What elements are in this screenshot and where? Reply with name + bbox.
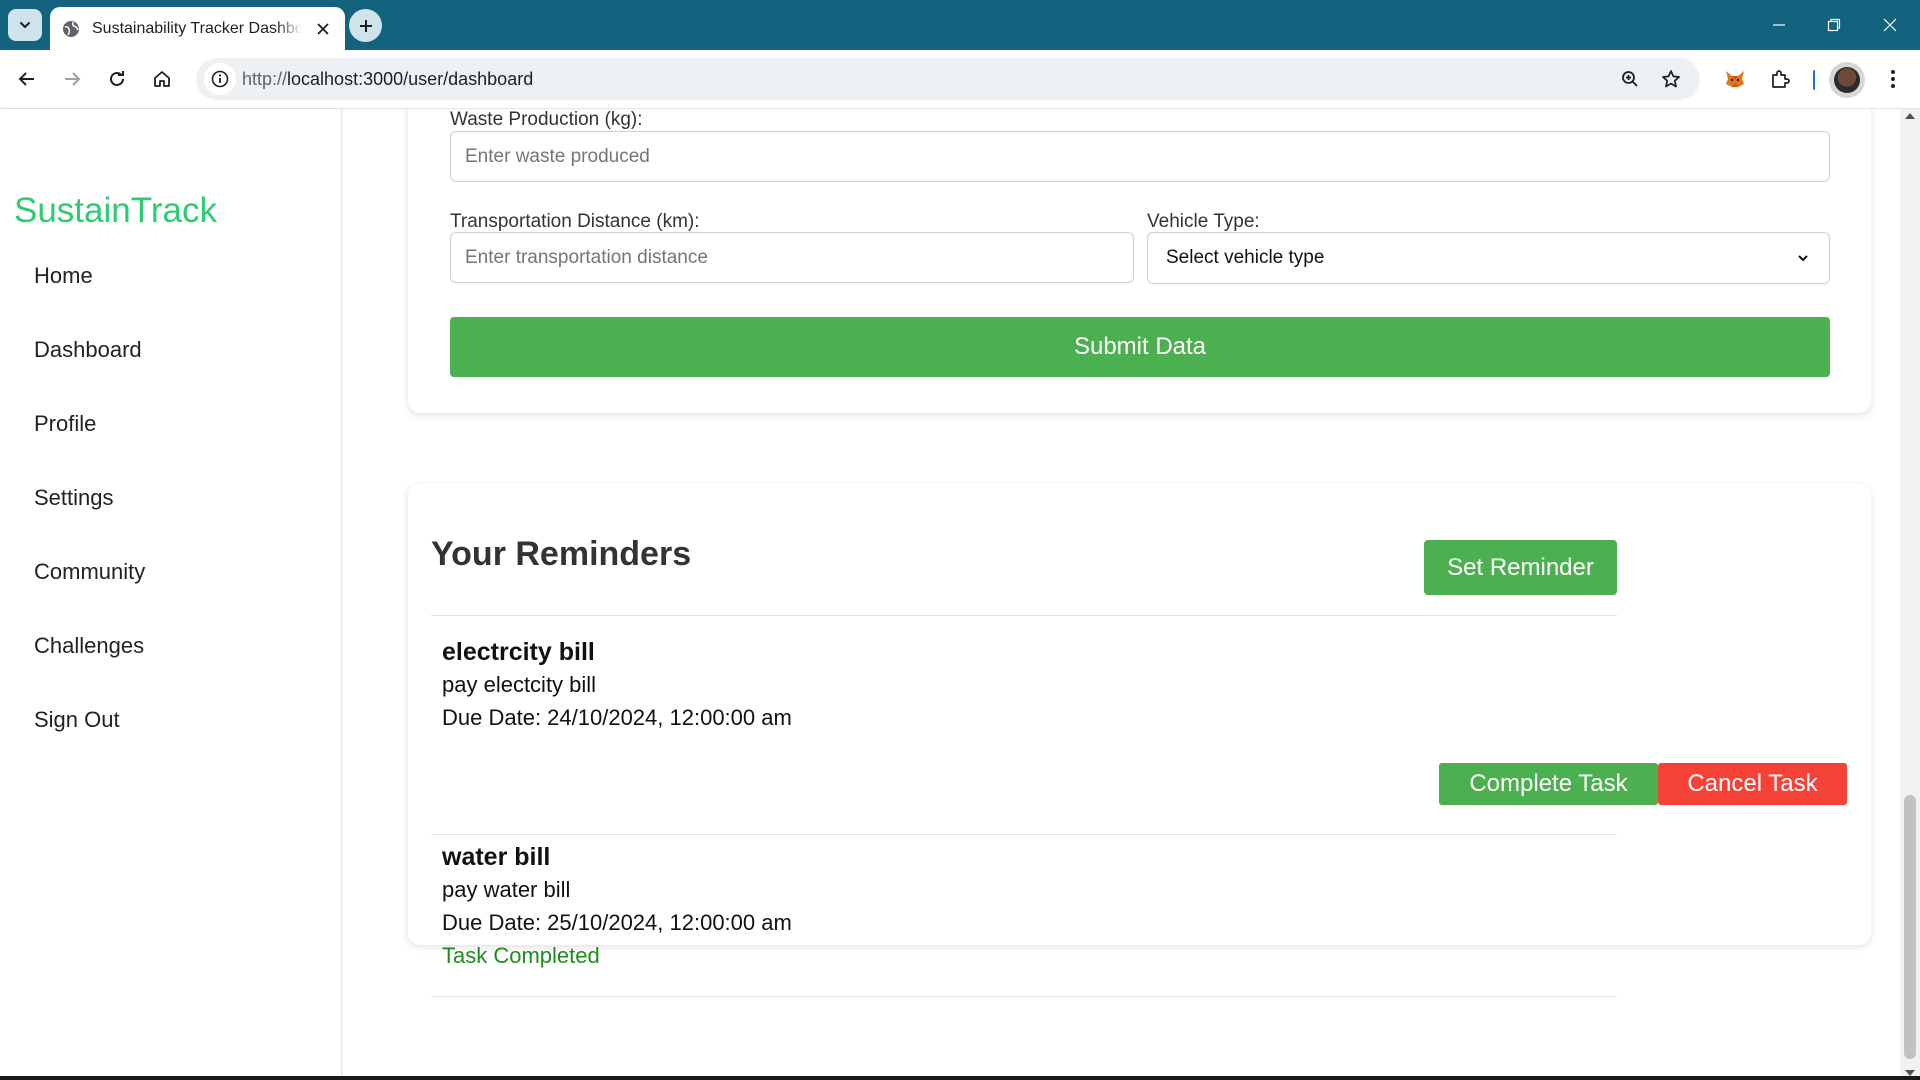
vehicle-type-label: Vehicle Type: [1147,211,1260,232]
minimize-button[interactable] [1751,0,1806,50]
reminder-title: water bill [442,843,551,871]
zoom-icon[interactable] [1614,63,1646,95]
data-entry-form: Waste Production (kg): Transportation Di… [408,109,1871,413]
page-scrollbar[interactable] [1900,109,1920,1080]
restore-icon [1827,18,1840,32]
scroll-up-arrow-icon[interactable] [1905,113,1915,119]
sidebar-item-dashboard[interactable]: Dashboard [34,337,142,363]
distance-label: Transportation Distance (km): [450,211,700,232]
reminder-due-date: Due Date: 24/10/2024, 12:00:00 am [442,705,792,730]
url-host-path: localhost:3000/user/dashboard [287,69,534,89]
home-icon [154,71,170,87]
reload-button[interactable] [100,62,134,96]
sidebar-item-community[interactable]: Community [34,559,145,585]
divider [431,834,1617,835]
reload-icon [110,71,124,86]
site-info-icon[interactable] [204,63,236,95]
reminder-description: pay electcity bill [442,672,597,697]
sidebar-item-sign-out[interactable]: Sign Out [34,707,120,733]
sidebar-item-home[interactable]: Home [34,263,93,289]
reminders-card: Your Reminders Set Reminder electrcity b… [408,484,1871,997]
arrow-right-icon [65,72,81,86]
url-text: http://localhost:3000/user/dashboard [242,69,533,90]
globe-icon [62,20,80,38]
new-tab-button[interactable] [349,9,382,42]
reminder-title: electrcity bill [442,638,595,666]
toolbar-separator [1813,70,1815,90]
waste-input[interactable] [450,131,1830,182]
home-button[interactable] [145,62,179,96]
close-window-button[interactable] [1862,0,1917,50]
brand-logo-text: SustainTrack [14,191,217,230]
close-tab-icon[interactable] [313,19,333,39]
sidebar: SustainTrack Home Dashboard Profile Sett… [0,109,342,1080]
close-icon [1883,18,1896,32]
restore-button[interactable] [1806,0,1861,50]
scrollbar-thumb[interactable] [1904,795,1916,1059]
avatar-image [1834,67,1860,93]
forward-button[interactable] [55,62,89,96]
distance-input[interactable] [450,232,1134,283]
back-button[interactable] [10,62,44,96]
tab-title: Sustainability Tracker Dashboard [92,19,302,37]
more-menu-icon[interactable] [1876,62,1910,96]
browser-toolbar: http://localhost:3000/user/dashboard [0,50,1920,109]
set-reminder-button[interactable]: Set Reminder [1424,540,1617,595]
submit-data-button[interactable]: Submit Data [450,317,1830,377]
complete-task-button[interactable]: Complete Task [1439,763,1658,805]
chevron-down-icon [1795,250,1811,266]
address-bar[interactable]: http://localhost:3000/user/dashboard [196,58,1700,100]
reminder-due-date: Due Date: 25/10/2024, 12:00:00 am [442,910,792,935]
sidebar-item-challenges[interactable]: Challenges [34,633,144,659]
fox-extension-icon[interactable] [1718,62,1752,96]
minimize-icon [1772,24,1785,26]
vehicle-type-select[interactable]: Select vehicle type [1147,232,1830,284]
sidebar-item-settings[interactable]: Settings [34,485,114,511]
chevron-down-icon [20,22,30,29]
active-tab[interactable]: Sustainability Tracker Dashboard [50,7,345,50]
taskbar-edge [0,1076,1920,1080]
profile-avatar[interactable] [1829,62,1865,98]
url-scheme: http:// [242,69,288,89]
divider [431,996,1617,997]
vehicle-type-value: Select vehicle type [1166,247,1325,268]
tab-search-button[interactable] [8,9,42,41]
waste-label: Waste Production (kg): [450,109,643,130]
task-completed-status: Task Completed [442,943,600,968]
extensions-puzzle-icon[interactable] [1763,62,1797,96]
arrow-left-icon [18,72,34,86]
reminder-description: pay water bill [442,877,571,902]
browser-tab-bar: Sustainability Tracker Dashboard [0,0,1920,50]
divider [431,615,1617,616]
plus-icon [359,19,372,32]
sidebar-item-profile[interactable]: Profile [34,411,96,437]
bookmark-star-icon[interactable] [1655,63,1687,95]
cancel-task-button[interactable]: Cancel Task [1658,763,1847,805]
main-content: Waste Production (kg): Transportation Di… [343,109,1900,1080]
reminders-heading: Your Reminders [431,535,692,573]
